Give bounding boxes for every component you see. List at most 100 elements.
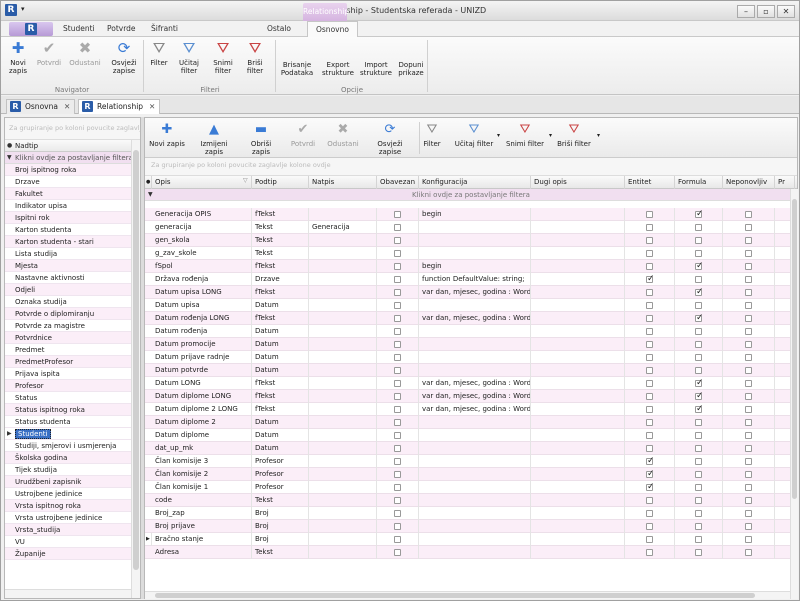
cell-natpis[interactable] bbox=[309, 520, 377, 533]
table-row[interactable]: Član komisije 1 Profesor bbox=[145, 481, 790, 494]
menu-tab-studenti[interactable]: Studenti bbox=[63, 24, 95, 33]
table-row[interactable]: gen_skola Tekst bbox=[145, 234, 790, 247]
checkbox-nep[interactable] bbox=[745, 497, 752, 504]
cell-pr[interactable] bbox=[775, 338, 790, 351]
table-row[interactable]: Broj prijave Broj bbox=[145, 520, 790, 533]
list-item[interactable]: VU bbox=[5, 536, 140, 548]
list-item[interactable]: Ustrojbene jedinice bbox=[5, 488, 140, 500]
cell-natpis[interactable] bbox=[309, 312, 377, 325]
checkbox-formula[interactable] bbox=[695, 250, 702, 257]
cell-podtip[interactable]: Datum bbox=[252, 351, 309, 364]
grid-toolbar-button-3[interactable]: ✔ Potvrdi bbox=[287, 122, 319, 148]
checkbox-obavezan[interactable] bbox=[394, 289, 401, 296]
cell-podtip[interactable]: Broj bbox=[252, 533, 309, 546]
cell-dugi-opis[interactable] bbox=[531, 364, 625, 377]
cell-opis[interactable]: Datum diplome 2 LONG bbox=[152, 403, 252, 416]
checkbox-entitet[interactable] bbox=[646, 250, 653, 257]
column-header-natpis[interactable]: Natpis bbox=[309, 176, 377, 189]
cell-konf[interactable] bbox=[419, 546, 531, 559]
application-menu-button[interactable]: R bbox=[9, 22, 53, 36]
cell-pr[interactable] bbox=[775, 546, 790, 559]
checkbox-formula[interactable] bbox=[695, 497, 702, 504]
cell-podtip[interactable]: Profesor bbox=[252, 455, 309, 468]
cell-konf[interactable] bbox=[419, 247, 531, 260]
cell-pr[interactable] bbox=[775, 468, 790, 481]
checkbox-nep[interactable] bbox=[745, 380, 752, 387]
checkbox-obavezan[interactable] bbox=[394, 237, 401, 244]
checkbox-obavezan[interactable] bbox=[394, 393, 401, 400]
table-row[interactable]: Datum diplome LONG fTekst var dan, mjesec,… bbox=[145, 390, 790, 403]
cell-natpis[interactable] bbox=[309, 377, 377, 390]
grid-toolbar-button-9[interactable]: ⛛ Briši filter bbox=[555, 122, 593, 148]
cell-opis[interactable]: Datum diplome 2 bbox=[152, 416, 252, 429]
ribbon-button-2[interactable]: ✖ Odustani bbox=[67, 39, 103, 67]
checkbox-nep[interactable] bbox=[745, 315, 752, 322]
cell-podtip[interactable]: Datum bbox=[252, 299, 309, 312]
table-row[interactable]: fSpol fTekst begin bbox=[145, 260, 790, 273]
cell-dugi-opis[interactable] bbox=[531, 546, 625, 559]
checkbox-formula[interactable] bbox=[695, 286, 704, 299]
cell-natpis[interactable] bbox=[309, 442, 377, 455]
checkbox-formula[interactable] bbox=[695, 549, 702, 556]
cell-natpis[interactable] bbox=[309, 507, 377, 520]
list-item[interactable]: Studiji, smjerovi i usmjerenja bbox=[5, 440, 140, 452]
checkbox-entitet[interactable] bbox=[646, 497, 653, 504]
table-row[interactable]: Datum diplome 2 Datum bbox=[145, 416, 790, 429]
cell-podtip[interactable]: Datum bbox=[252, 429, 309, 442]
checkbox-formula[interactable] bbox=[695, 484, 702, 491]
cell-opis[interactable]: Datum diplome bbox=[152, 429, 252, 442]
list-item[interactable]: Potvrde za magistre bbox=[5, 320, 140, 332]
list-item[interactable]: Broj ispitnog roka bbox=[5, 164, 140, 176]
ribbon-button-6[interactable]: ⛛ Snimi filter bbox=[207, 39, 239, 75]
cell-dugi-opis[interactable] bbox=[531, 299, 625, 312]
cell-podtip[interactable]: Datum bbox=[252, 442, 309, 455]
cell-pr[interactable] bbox=[775, 442, 790, 455]
cell-pr[interactable] bbox=[775, 481, 790, 494]
table-row[interactable]: dat_up_mk Datum bbox=[145, 442, 790, 455]
cell-natpis[interactable] bbox=[309, 234, 377, 247]
cell-konf[interactable] bbox=[419, 533, 531, 546]
checkbox-formula[interactable] bbox=[695, 260, 704, 273]
ribbon-button-10[interactable]: Import strukture bbox=[359, 61, 393, 77]
checkbox-nep[interactable] bbox=[745, 458, 752, 465]
checkbox-entitet[interactable] bbox=[646, 289, 653, 296]
cell-opis[interactable]: Datum upisa LONG bbox=[152, 286, 252, 299]
scrollbar-thumb[interactable] bbox=[155, 593, 755, 598]
cell-podtip[interactable]: Tekst bbox=[252, 546, 309, 559]
column-header-opis[interactable]: Opis bbox=[152, 176, 252, 189]
cell-dugi-opis[interactable] bbox=[531, 494, 625, 507]
checkbox-formula[interactable] bbox=[695, 471, 702, 478]
cell-dugi-opis[interactable] bbox=[531, 286, 625, 299]
checkbox-obavezan[interactable] bbox=[394, 419, 401, 426]
cell-konf[interactable]: var dan, mjesec, godina : Word; bbox=[419, 377, 531, 390]
cell-konf[interactable] bbox=[419, 455, 531, 468]
cell-dugi-opis[interactable] bbox=[531, 312, 625, 325]
cell-pr[interactable] bbox=[775, 403, 790, 416]
close-button[interactable]: ✕ bbox=[777, 5, 795, 18]
cell-natpis[interactable] bbox=[309, 208, 377, 221]
checkbox-obavezan[interactable] bbox=[394, 510, 401, 517]
grid-toolbar-button-6[interactable]: ⛛ Filter bbox=[419, 122, 445, 148]
cell-pr[interactable] bbox=[775, 208, 790, 221]
cell-podtip[interactable]: Datum bbox=[252, 338, 309, 351]
cell-dugi-opis[interactable] bbox=[531, 455, 625, 468]
checkbox-nep[interactable] bbox=[745, 471, 752, 478]
cell-podtip[interactable]: fTekst bbox=[252, 286, 309, 299]
cell-opis[interactable]: Datum prijave radnje bbox=[152, 351, 252, 364]
list-item[interactable]: Lista studija bbox=[5, 248, 140, 260]
cell-podtip[interactable]: fTekst bbox=[252, 390, 309, 403]
cell-podtip[interactable]: Tekst bbox=[252, 494, 309, 507]
filter-row[interactable]: ▼ Klikni ovdje za postavljanje filtera bbox=[145, 189, 797, 201]
checkbox-entitet[interactable] bbox=[646, 455, 655, 468]
list-item[interactable]: Profesor bbox=[5, 380, 140, 392]
cell-pr[interactable] bbox=[775, 377, 790, 390]
ribbon-button-7[interactable]: ⛛ Briši filter bbox=[241, 39, 269, 75]
group-by-hint[interactable]: Za grupiranje po koloni povucite zaglavl… bbox=[5, 118, 140, 140]
cell-opis[interactable]: Adresa bbox=[152, 546, 252, 559]
cell-podtip[interactable]: Datum bbox=[252, 416, 309, 429]
grid-toolbar-button-1[interactable]: ▲ Izmijeni zapis bbox=[191, 122, 237, 156]
list-item[interactable]: Status studenta bbox=[5, 416, 140, 428]
tab-relationship[interactable]: R Relationship ✕ bbox=[78, 99, 161, 114]
cell-pr[interactable] bbox=[775, 286, 790, 299]
grid-toolbar-button-2[interactable]: ▬ Obriši zapis bbox=[241, 122, 281, 156]
